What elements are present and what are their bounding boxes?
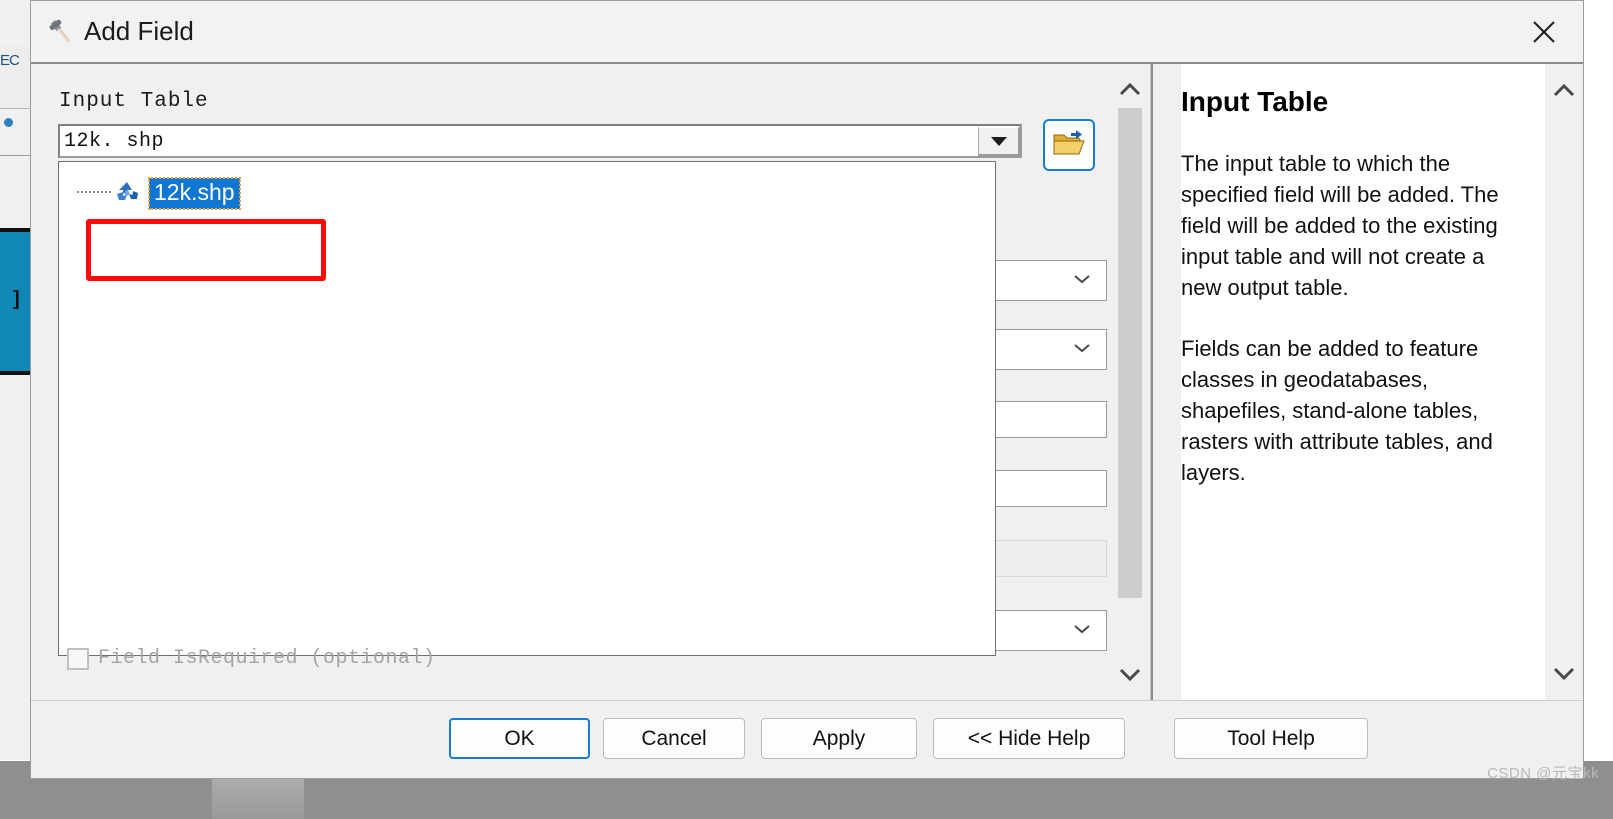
help-content: Input Table The input table to which the… [1181,64,1545,700]
dialog-body: Input Table 12k. shp 12k.shp Field IsReq… [31,64,1583,700]
close-icon[interactable] [1505,1,1583,62]
parameters-scrollbar-thumb[interactable] [1118,108,1142,598]
field-isrequired-checkbox-row[interactable]: Field IsRequired (optional) [67,647,436,670]
chevron-down-icon[interactable] [978,126,1020,156]
add-field-dialog: Add Field Input Table 12k. shp 12k.shp F… [30,0,1584,779]
cancel-button[interactable]: Cancel [603,718,745,759]
ghost-field-precision-combobox[interactable] [977,329,1107,370]
help-title: Input Table [1181,86,1329,117]
input-table-dropdown-list[interactable]: 12k.shp [58,161,996,656]
list-item[interactable]: 12k.shp [77,176,241,210]
hide-help-button[interactable]: << Hide Help [933,718,1125,759]
dialog-titlebar: Add Field [31,1,1583,64]
chevron-down-icon [1072,622,1092,640]
chevron-down-icon [1072,341,1092,359]
help-paragraph-1: The input table to which the specified f… [1181,151,1499,300]
tool-help-button[interactable]: Tool Help [1174,718,1368,759]
apply-button[interactable]: Apply [761,718,917,759]
input-table-combobox[interactable] [58,124,1022,158]
ghost-field-domain-combobox[interactable] [977,610,1107,651]
background-left-dot-icon [4,118,13,127]
help-panel: Input Table The input table to which the… [1151,64,1583,700]
input-table-label: Input Table [59,90,209,113]
list-item-label[interactable]: 12k.shp [148,176,241,210]
watermark: CSDN @元宝kk [1487,765,1599,782]
input-table-input[interactable] [60,126,978,156]
dialog-footer: OK Cancel Apply << Hide Help Tool Help [31,700,1583,778]
parameters-panel: Input Table 12k. shp 12k.shp Field IsReq… [31,64,1151,700]
shapefile-polygon-icon [113,179,143,207]
ghost-field-type-combobox[interactable] [977,260,1107,301]
ghost-field-length-input[interactable] [977,470,1107,507]
field-isrequired-checkbox[interactable] [67,647,89,670]
chevron-down-icon[interactable] [1545,654,1583,692]
ok-button[interactable]: OK [449,718,590,759]
dialog-title: Add Field [84,16,194,46]
chevron-up-icon[interactable] [1112,72,1148,108]
browse-folder-button[interactable] [1043,119,1095,171]
help-paragraph-2: Fields can be added to feature classes i… [1181,336,1493,485]
background-selected-glyph: ] [13,288,20,310]
chevron-down-icon[interactable] [1112,656,1148,692]
open-folder-icon [1052,128,1086,163]
background-left-divider [0,155,33,156]
tree-connector-line [77,191,111,195]
help-scrollbar[interactable] [1545,72,1583,692]
background-left-label: EC [0,52,20,69]
hammer-tool-icon [44,15,78,49]
ghost-field-alias-input[interactable] [977,540,1107,577]
chevron-down-icon [1072,272,1092,290]
parameters-scrollbar[interactable] [1112,72,1148,692]
ghost-field-scale-input[interactable] [977,401,1107,438]
background-selected-item: ] [0,228,33,375]
field-isrequired-label: Field IsRequired (optional) [98,647,436,670]
chevron-up-icon[interactable] [1545,72,1583,110]
